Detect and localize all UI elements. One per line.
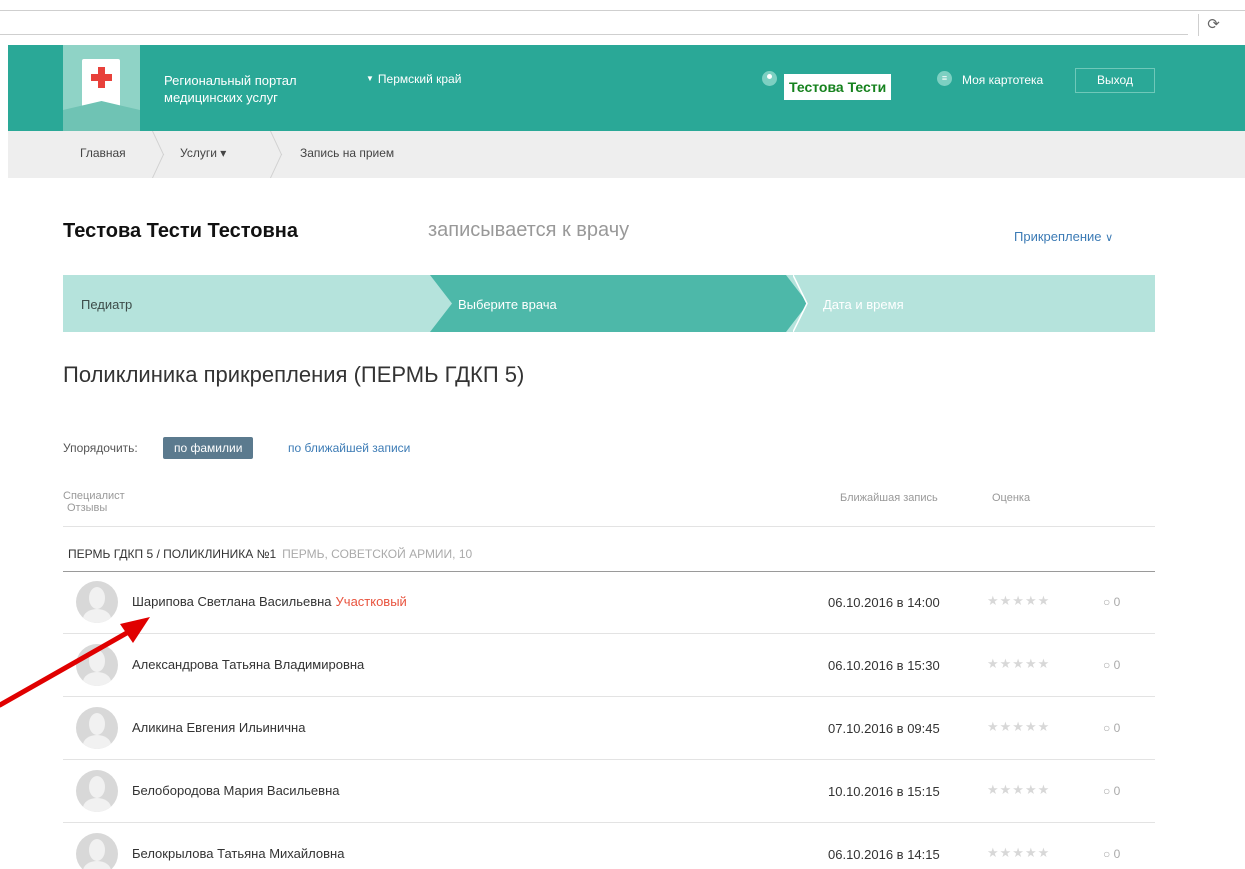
divider bbox=[63, 526, 1155, 527]
nearest-appointment[interactable]: 06.10.2016 в 14:15 bbox=[828, 847, 940, 862]
user-name[interactable]: Тестова Тести bbox=[784, 74, 892, 100]
my-card-link[interactable]: Моя картотека bbox=[962, 73, 1043, 87]
red-cross-bar bbox=[91, 74, 112, 81]
user-icon bbox=[762, 71, 777, 86]
chevron-down-icon: ∨ bbox=[1105, 232, 1114, 244]
doctor-row[interactable]: Аликина Евгения Ильинична 07.10.2016 в 0… bbox=[63, 697, 1155, 760]
rating-stars-icon: ★★★★★ bbox=[987, 782, 1051, 797]
reviews-value: 0 bbox=[1113, 784, 1121, 798]
comment-icon: ○ bbox=[1103, 784, 1111, 798]
column-reviews: Отзывы bbox=[67, 502, 108, 514]
reviews-value: 0 bbox=[1113, 595, 1121, 609]
sort-by-nearest-link[interactable]: по ближайшей записи bbox=[288, 441, 410, 455]
comment-icon: ○ bbox=[1103, 658, 1111, 672]
attachment-label: Прикрепление bbox=[1014, 229, 1102, 244]
clinic-group-name: ПЕРМЬ ГДКП 5 / ПОЛИКЛИНИКА №1 bbox=[68, 547, 277, 561]
reload-icon[interactable]: ⟳ bbox=[1198, 14, 1228, 36]
logo-fold bbox=[63, 101, 140, 131]
sort-label: Упорядочить: bbox=[63, 441, 138, 455]
list-icon: ≡ bbox=[937, 71, 952, 86]
patient-action: записывается к врачу bbox=[428, 219, 630, 241]
doctor-row[interactable]: Александрова Татьяна Владимировна 06.10.… bbox=[63, 634, 1155, 697]
reviews-count[interactable]: ○ 0 bbox=[1103, 658, 1120, 672]
doctor-name-link[interactable]: Аликина Евгения Ильинична bbox=[132, 720, 305, 735]
breadcrumb-services[interactable]: Услуги ▾ bbox=[180, 146, 226, 160]
rating-stars-icon: ★★★★★ bbox=[987, 656, 1051, 671]
rating-stars-icon: ★★★★★ bbox=[987, 719, 1051, 734]
reviews-count[interactable]: ○ 0 bbox=[1103, 595, 1120, 609]
doctor-name: Аликина Евгения Ильинична bbox=[132, 720, 306, 735]
rating-stars-icon: ★★★★★ bbox=[987, 845, 1051, 860]
doctor-name-link[interactable]: Белобородова Мария Васильевна bbox=[132, 783, 339, 798]
comment-icon: ○ bbox=[1103, 847, 1111, 861]
comment-icon: ○ bbox=[1103, 721, 1111, 735]
attachment-dropdown[interactable]: Прикрепление ∨ bbox=[1014, 229, 1113, 244]
clinic-title: Поликлиника прикрепления (ПЕРМЬ ГДКП 5) bbox=[63, 362, 525, 387]
avatar bbox=[76, 644, 118, 686]
nearest-appointment[interactable]: 06.10.2016 в 15:30 bbox=[828, 658, 940, 673]
patient-name: Тестова Тести Тестовна bbox=[63, 220, 298, 242]
breadcrumb-home[interactable]: Главная bbox=[80, 146, 126, 160]
rating-stars-icon: ★★★★★ bbox=[987, 593, 1051, 608]
reviews-count[interactable]: ○ 0 bbox=[1103, 721, 1120, 735]
doctor-name-link[interactable]: Александрова Татьяна Владимировна bbox=[132, 657, 364, 672]
doctor-row[interactable]: Шарипова Светлана Васильевна Участковый 0… bbox=[63, 571, 1155, 634]
doctor-name: Шарипова Светлана Васильевна bbox=[132, 594, 332, 609]
sort-by-surname-button[interactable]: по фамилии bbox=[163, 437, 254, 459]
nearest-appointment[interactable]: 07.10.2016 в 09:45 bbox=[828, 721, 940, 736]
step-choose-doctor[interactable]: Выберите врача bbox=[458, 297, 557, 312]
reviews-value: 0 bbox=[1113, 847, 1121, 861]
breadcrumb-separator bbox=[152, 131, 166, 178]
breadcrumb-separator bbox=[270, 131, 284, 178]
reviews-value: 0 bbox=[1113, 721, 1121, 735]
column-specialist: Специалист bbox=[63, 490, 125, 502]
portal-logo[interactable] bbox=[63, 45, 140, 131]
district-doctor-badge: Участковый bbox=[335, 594, 407, 609]
breadcrumb-appointment[interactable]: Запись на прием bbox=[300, 146, 394, 160]
step-separator bbox=[793, 275, 815, 332]
step-specialty[interactable]: Педиатр bbox=[81, 297, 132, 312]
clinic-group-address: ПЕРМЬ, СОВЕТСКОЙ АРМИИ, 10 bbox=[282, 547, 473, 561]
comment-icon: ○ bbox=[1103, 595, 1111, 609]
avatar bbox=[76, 770, 118, 812]
region-selector[interactable]: ▼ Пермский край bbox=[366, 72, 461, 86]
reviews-count[interactable]: ○ 0 bbox=[1103, 784, 1120, 798]
doctor-row[interactable]: Белобородова Мария Васильевна 10.10.2016… bbox=[63, 760, 1155, 823]
avatar bbox=[76, 833, 118, 869]
doctor-row[interactable]: Белокрылова Татьяна Михайловна 06.10.201… bbox=[63, 823, 1155, 869]
nearest-appointment[interactable]: 06.10.2016 в 14:00 bbox=[828, 595, 940, 610]
portal-title[interactable]: Региональный портал медицинских услуг bbox=[164, 72, 364, 106]
reviews-count[interactable]: ○ 0 bbox=[1103, 847, 1120, 861]
doctor-name-link[interactable]: Белокрылова Татьяна Михайловна bbox=[132, 846, 344, 861]
doctor-name-link[interactable]: Шарипова Светлана Васильевна Участковый bbox=[132, 594, 407, 609]
dropdown-triangle-icon: ▼ bbox=[366, 74, 374, 83]
doctor-name: Белокрылова Татьяна Михайловна bbox=[132, 846, 345, 861]
browser-toolbar: ⟳ bbox=[0, 0, 1245, 45]
reviews-value: 0 bbox=[1113, 658, 1121, 672]
clinic-group-header: ПЕРМЬ ГДКП 5 / ПОЛИКЛИНИКА №1 ПЕРМЬ, СОВЕ… bbox=[68, 547, 472, 561]
doctor-name: Александрова Татьяна Владимировна bbox=[132, 657, 365, 672]
avatar bbox=[76, 581, 118, 623]
doctor-name: Белобородова Мария Васильевна bbox=[132, 783, 340, 798]
avatar bbox=[76, 707, 118, 749]
nearest-appointment[interactable]: 10.10.2016 в 15:15 bbox=[828, 784, 940, 799]
column-rating: Оценка bbox=[992, 492, 1031, 504]
medical-document-icon bbox=[82, 59, 120, 107]
logout-button[interactable]: Выход bbox=[1075, 68, 1155, 93]
column-nearest: Ближайшая запись bbox=[840, 492, 938, 504]
address-bar[interactable] bbox=[0, 11, 1188, 35]
region-label: Пермский край bbox=[377, 72, 462, 86]
step-date-time: Дата и время bbox=[823, 297, 904, 312]
